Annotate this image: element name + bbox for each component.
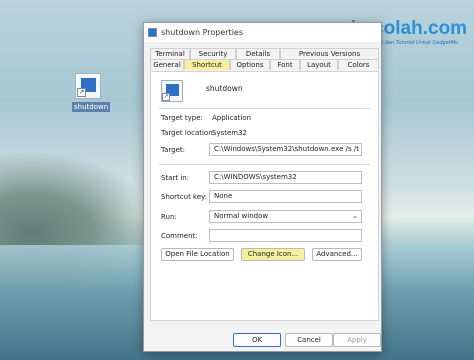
ok-button[interactable]: OK [233,333,281,347]
shortcut-icon: ↗ [75,73,101,99]
tab-colors[interactable]: Colors [338,59,379,70]
target-label: Target: [161,146,186,154]
comment-field[interactable] [209,229,362,242]
target-type-label: Target type: [161,114,203,122]
shortcut-icon [148,28,157,37]
advanced-button[interactable]: Advanced... [312,248,362,261]
properties-dialog: shutdown Properties Terminal Security De… [143,22,382,352]
shortcut-key-label: Shortcut key: [161,193,208,201]
tab-strip: Terminal Security Details Previous Versi… [150,48,379,70]
run-select[interactable]: Normal window ⌄ [209,210,362,223]
tab-layout[interactable]: Layout [300,59,338,70]
start-in-label: Start in: [161,174,190,182]
shortcut-name: shutdown [206,84,243,93]
desktop-shortcut-shutdown[interactable]: ↗ shutdown [62,73,114,112]
tab-options[interactable]: Options [230,59,270,70]
apply-button[interactable]: Apply [333,333,381,347]
desktop-icon-label: shutdown [72,102,111,112]
target-location-label: Target location: [161,129,216,137]
tab-font[interactable]: Font [270,59,300,70]
run-select-value: Normal window [214,212,269,220]
target-location-value: System32 [212,129,248,137]
change-icon-button[interactable]: Change Icon... [241,248,305,261]
cancel-button[interactable]: Cancel [285,333,333,347]
tab-details[interactable]: Details [236,48,280,59]
shortcut-key-field[interactable]: None [209,190,362,203]
shortcut-icon: ↗ [161,80,183,102]
target-field[interactable]: C:\Windows\System32\shutdown.exe /s /t 0 [209,143,362,156]
chevron-down-icon: ⌄ [352,212,358,220]
divider [159,164,370,165]
dialog-titlebar[interactable]: shutdown Properties [144,23,381,42]
tab-shortcut[interactable]: Shortcut [184,59,230,70]
run-label: Run: [161,213,177,221]
target-type-value: Application [212,114,252,122]
comment-label: Comment: [161,232,198,240]
dialog-title: shutdown Properties [161,28,244,37]
tab-security[interactable]: Security [190,48,236,59]
shortcut-tab-panel: ↗ shutdown Target type: Application Targ… [150,71,379,321]
tab-previous-versions[interactable]: Previous Versions [280,48,379,59]
divider [159,108,370,109]
tab-general[interactable]: General [150,59,184,70]
open-file-location-button[interactable]: Open File Location [161,248,234,261]
tab-terminal[interactable]: Terminal [150,48,190,59]
start-in-field[interactable]: C:\WINDOWS\system32 [209,171,362,184]
